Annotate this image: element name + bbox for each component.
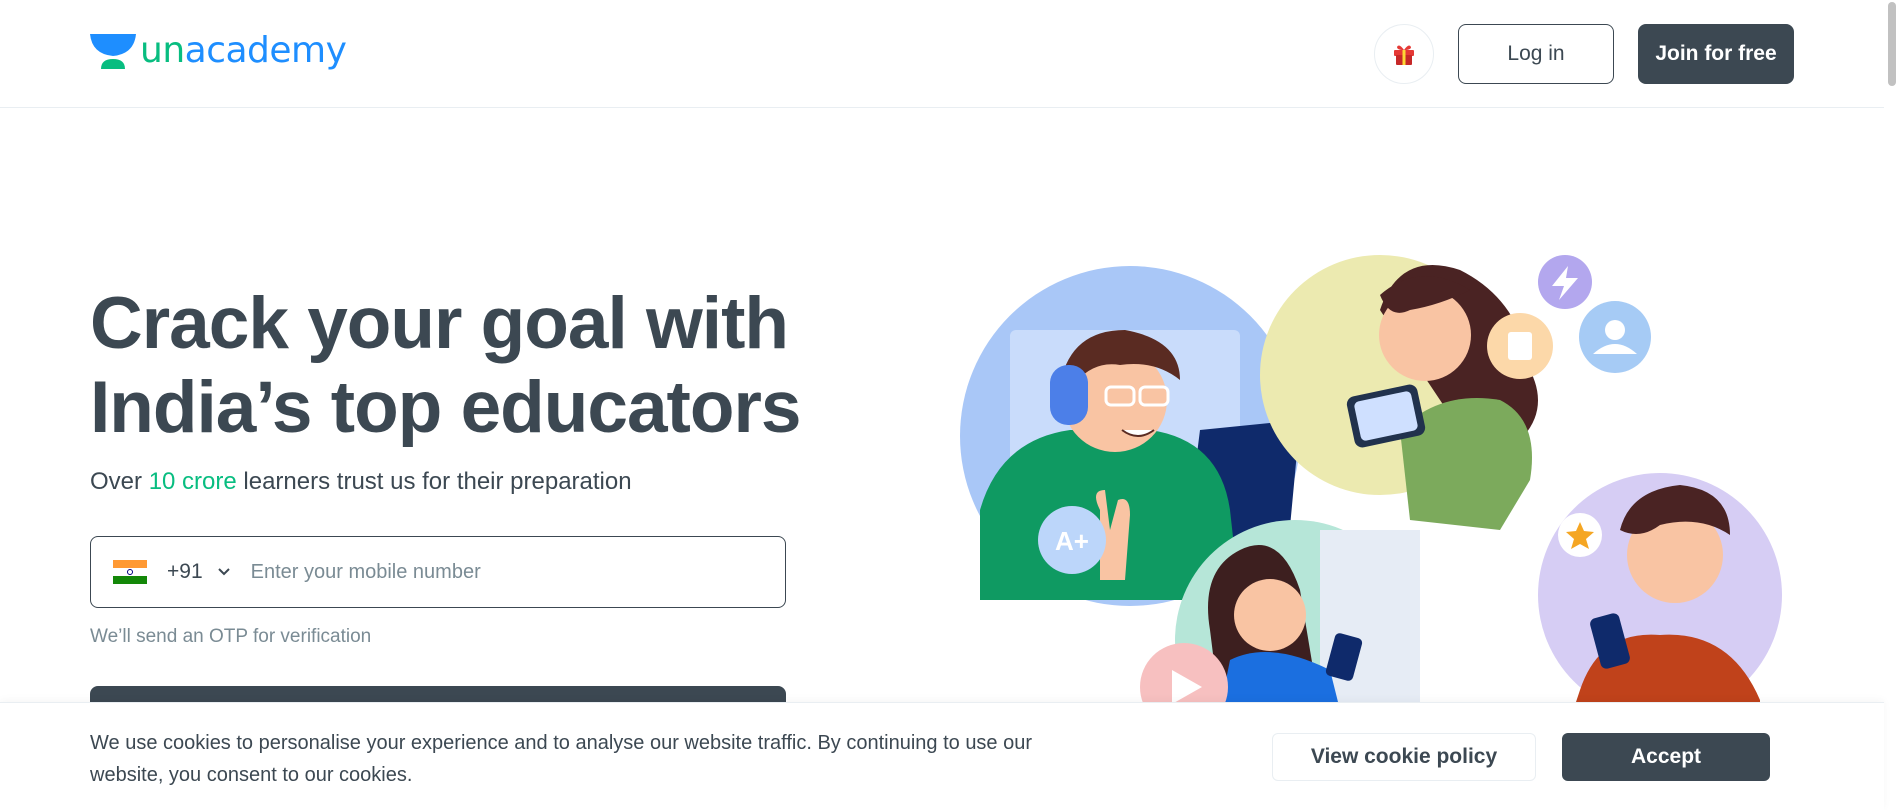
cookie-banner: We use cookies to personalise your exper… [0, 702, 1884, 810]
unacademy-logo-icon [90, 33, 136, 69]
boy-with-phone-illustration [1538, 473, 1782, 710]
site-header: unacademy Log in Join for free [0, 0, 1884, 108]
hero-illustration: A+ [960, 255, 1782, 710]
accept-cookies-button[interactable]: Accept [1562, 733, 1770, 781]
unacademy-logo[interactable]: unacademy [90, 30, 347, 71]
india-flag-icon [113, 560, 147, 584]
logo-wordmark: unacademy [140, 30, 347, 71]
gift-icon [1394, 45, 1414, 65]
login-button[interactable]: Log in [1458, 24, 1614, 84]
view-cookie-policy-button[interactable]: View cookie policy [1272, 733, 1536, 781]
hero-title-line2: India’s top educators [90, 367, 801, 448]
otp-note: We’ll send an OTP for verification [90, 626, 372, 647]
hero-subtitle: Over 10 crore learners trust us for thei… [90, 468, 632, 495]
page-scrollbar[interactable] [1884, 0, 1899, 810]
country-code[interactable]: +91 [167, 560, 203, 584]
phone-number-field[interactable]: +91 [90, 536, 786, 608]
scrollbar-thumb[interactable] [1888, 2, 1896, 86]
mobile-number-input[interactable] [250, 560, 751, 584]
hero-title-line1: Crack your goal with [90, 283, 789, 364]
cookie-message: We use cookies to personalise your exper… [90, 732, 1033, 786]
grade-badge-text: A+ [1055, 526, 1089, 556]
document-icon [1508, 332, 1532, 360]
chevron-down-icon[interactable] [217, 567, 231, 577]
gift-button[interactable] [1374, 24, 1434, 84]
learner-count-highlight: 10 crore [148, 468, 237, 495]
girl-with-tablet-illustration [1260, 255, 1538, 530]
join-for-free-button[interactable]: Join for free [1638, 24, 1794, 84]
hero-title: Crack your goal with India’s top educato… [90, 282, 801, 450]
